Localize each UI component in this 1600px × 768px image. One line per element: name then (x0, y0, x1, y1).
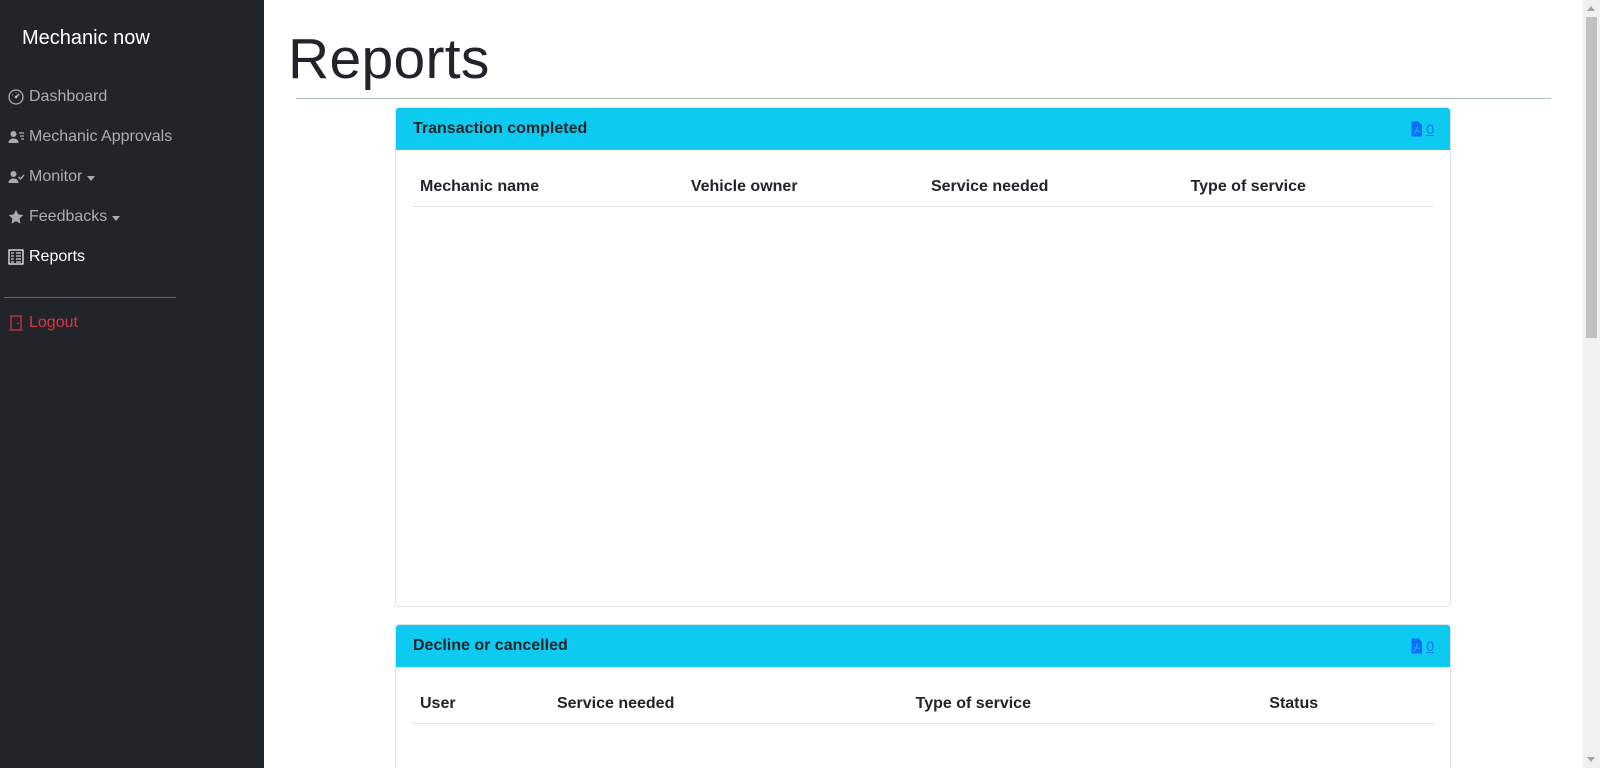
person-lines-icon (7, 128, 25, 146)
sidebar-item-dashboard[interactable]: Dashboard (0, 77, 264, 117)
card-header: Decline or cancelled 0 (396, 625, 1450, 667)
column-header-vehicle-owner: Vehicle owner (682, 166, 923, 207)
card-title: Decline or cancelled (413, 637, 568, 654)
table-header-row: User Service needed Type of service Stat… (412, 683, 1434, 724)
sidebar-item-reports[interactable]: Reports (0, 237, 264, 277)
person-check-icon (7, 168, 25, 186)
vertical-scrollbar[interactable] (1583, 0, 1600, 768)
card-body: User Service needed Type of service Stat… (396, 667, 1450, 740)
card-title: Transaction completed (413, 120, 588, 137)
sidebar-item-label: Reports (29, 248, 86, 265)
pdf-count: 0 (1426, 638, 1434, 654)
sidebar-item-mechanic-approvals[interactable]: Mechanic Approvals (0, 117, 264, 157)
export-pdf-link[interactable]: 0 (1410, 121, 1434, 137)
speedometer-icon (7, 88, 25, 106)
column-header-status: Status (1261, 683, 1434, 724)
sidebar-item-feedbacks[interactable]: Feedbacks (0, 197, 264, 237)
column-header-user: User (412, 683, 549, 724)
sidebar-item-label: Monitor (29, 168, 83, 185)
main-content: Reports Transaction completed 0 Mechanic… (264, 0, 1583, 768)
scrollbar-thumb[interactable] (1586, 17, 1597, 338)
brand-name[interactable]: Mechanic now (22, 27, 150, 50)
page-title: Reports (288, 27, 490, 91)
sidebar-item-label: Mechanic Approvals (29, 128, 173, 145)
card-header: Transaction completed 0 (396, 108, 1450, 150)
star-icon (7, 208, 25, 226)
card-body: Mechanic name Vehicle owner Service need… (396, 150, 1450, 223)
column-header-type-of-service: Type of service (1182, 166, 1434, 207)
export-pdf-link[interactable]: 0 (1410, 638, 1434, 654)
sidebar-item-label: Feedbacks (29, 208, 108, 225)
report-icon (7, 248, 25, 266)
column-header-service-needed: Service needed (922, 166, 1183, 207)
chevron-down-icon (112, 215, 121, 221)
logout-label: Logout (29, 314, 78, 331)
door-icon (7, 314, 25, 332)
column-header-mechanic-name: Mechanic name (412, 166, 683, 207)
chevron-down-icon (87, 175, 96, 181)
scroll-up-arrow-icon[interactable] (1587, 6, 1595, 11)
sidebar-item-monitor[interactable]: Monitor (0, 157, 264, 197)
column-header-service-needed: Service needed (548, 683, 908, 724)
decline-cancelled-card: Decline or cancelled 0 User Service need… (395, 624, 1451, 768)
scroll-down-arrow-icon[interactable] (1587, 757, 1595, 762)
logout-button[interactable]: Logout (0, 303, 264, 343)
transaction-completed-card: Transaction completed 0 Mechanic name Ve… (395, 107, 1451, 607)
declined-table: User Service needed Type of service Stat… (412, 683, 1434, 724)
sidebar: Mechanic now Dashboard Mechanic Approval… (0, 0, 264, 768)
sidebar-divider (4, 297, 176, 298)
sidebar-nav: Dashboard Mechanic Approvals Monitor Fee… (0, 77, 264, 277)
transactions-table: Mechanic name Vehicle owner Service need… (412, 166, 1434, 207)
pdf-file-icon (1411, 638, 1423, 654)
pdf-file-icon (1411, 121, 1423, 137)
title-divider (296, 98, 1551, 99)
pdf-count: 0 (1426, 121, 1434, 137)
table-header-row: Mechanic name Vehicle owner Service need… (412, 166, 1434, 207)
sidebar-item-label: Dashboard (29, 88, 108, 105)
column-header-type-of-service: Type of service (907, 683, 1262, 724)
